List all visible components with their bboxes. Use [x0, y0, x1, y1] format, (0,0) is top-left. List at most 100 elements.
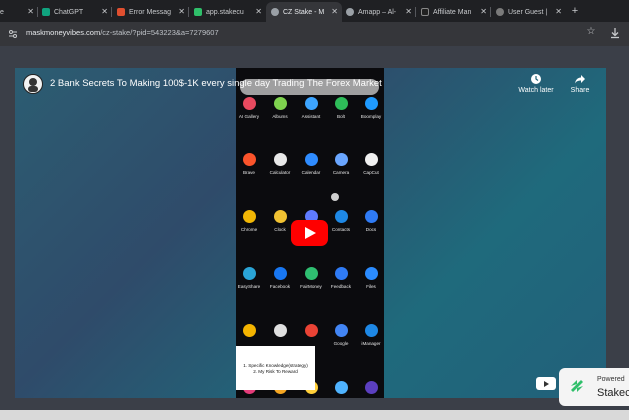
app-shortcut[interactable]: Boomplay [356, 97, 386, 119]
app-icon [304, 153, 318, 166]
app-label: Bolt [337, 114, 345, 119]
strategy-note: 1. Specific Knowledge(strategy) 2. My Ri… [236, 346, 315, 390]
tab-8[interactable]: User Guest | ✕ [496, 2, 566, 22]
app-shortcut[interactable]: Files [356, 267, 386, 289]
app-shortcut[interactable]: Camera [326, 153, 356, 175]
app-shortcut[interactable]: Calendar [296, 153, 326, 175]
close-tab-icon[interactable]: ✕ [255, 7, 262, 16]
app-label: CapCut [363, 170, 379, 175]
tab-1[interactable]: e ✕ [0, 2, 38, 22]
new-tab-icon[interactable]: + [568, 3, 582, 19]
powered-by-stake-badge[interactable]: Powered Stakec [559, 368, 629, 406]
app-label: Google [333, 341, 349, 346]
tab-separator [37, 7, 38, 17]
close-tab-icon[interactable]: ✕ [27, 7, 34, 16]
channel-avatar[interactable] [23, 74, 43, 94]
channel-avatar-image [28, 78, 38, 92]
app-icon [334, 381, 348, 394]
app-label: Assistant [301, 114, 321, 119]
error-site-icon [117, 8, 125, 16]
app-icon [273, 153, 287, 166]
tab-separator [111, 7, 112, 17]
share-button[interactable]: Share [564, 73, 596, 94]
app-shortcut[interactable]: Chrome [234, 210, 264, 232]
app-label: Calendar [301, 170, 321, 175]
app-shortcut[interactable]: Brave [234, 153, 264, 175]
url-text[interactable]: maskmoneyvibes.com/cz-stake/?pid=543223&… [26, 28, 219, 37]
app-shortcut[interactable]: Bolt [326, 97, 356, 119]
tab-7[interactable]: Affiliate Man ✕ [421, 2, 491, 22]
app-label: Brave [242, 170, 255, 175]
close-tab-icon[interactable]: ✕ [178, 7, 185, 16]
close-tab-icon[interactable]: ✕ [101, 7, 108, 16]
app-shortcut[interactable]: Google [326, 324, 356, 346]
app-icon [364, 324, 378, 337]
url-path: /cz-stake/?pid=543223&a=7279607 [100, 28, 219, 37]
app-shortcut[interactable] [296, 324, 326, 341]
close-tab-icon[interactable]: ✕ [555, 7, 562, 16]
app-icon [273, 324, 287, 337]
page-footer-strip [0, 410, 629, 420]
user-icon [496, 8, 504, 16]
app-shortcut[interactable]: Calculator [265, 153, 295, 175]
app-shortcut[interactable] [234, 324, 264, 341]
globe-icon [346, 8, 354, 16]
scroll-indicator-dot [331, 193, 339, 201]
watch-later-button[interactable]: Watch later [515, 73, 557, 94]
site-settings-icon[interactable] [8, 29, 18, 39]
download-icon[interactable] [608, 26, 622, 40]
app-label: Contacts [331, 227, 351, 232]
app-label: AI Gallery [238, 114, 260, 119]
tab-4[interactable]: app.stakecu ✕ [194, 2, 266, 22]
app-icon [334, 210, 348, 223]
app-shortcut[interactable]: Assistant [296, 97, 326, 119]
tab-5-label: CZ Stake - M [283, 8, 325, 16]
app-icon [242, 267, 256, 280]
app-label: Chrome [240, 227, 258, 232]
app-shortcut[interactable]: EasyShare [234, 267, 264, 289]
app-label: FairMoney [300, 284, 322, 289]
app-icon [334, 153, 348, 166]
tab-5-active[interactable]: CZ Stake - M ✕ [266, 2, 342, 22]
app-icon [334, 267, 348, 280]
app-icon [273, 97, 287, 110]
youtube-logo-icon[interactable] [536, 377, 556, 390]
app-shortcut[interactable] [356, 381, 386, 398]
app-icon [242, 153, 256, 166]
tab-6[interactable]: Amapp – Al- ✕ [346, 2, 416, 22]
tab-6-label: Amapp – Al- [358, 8, 397, 16]
tab-4-label: app.stakecu [206, 8, 244, 16]
app-shortcut[interactable]: Contacts [326, 210, 356, 232]
tab-strip: e ✕ ChatGPT ✕ Error Messag ✕ app.stakecu… [0, 0, 629, 22]
chatgpt-icon [42, 8, 50, 16]
app-icon [364, 381, 378, 394]
app-label: EasyShare [237, 284, 261, 289]
app-shortcut[interactable]: AI Gallery [234, 97, 264, 119]
app-shortcut[interactable]: Albums [265, 97, 295, 119]
app-icon [334, 324, 348, 337]
app-shortcut[interactable]: Docs [356, 210, 386, 232]
play-button[interactable] [291, 220, 328, 246]
close-tab-icon[interactable]: ✕ [331, 7, 338, 16]
app-icon [334, 97, 348, 110]
close-tab-icon[interactable]: ✕ [405, 7, 412, 16]
app-label: Albums [272, 114, 288, 119]
video-title[interactable]: 2 Bank Secrets To Making 100$-1K every s… [50, 78, 382, 89]
app-shortcut[interactable]: Feedback [326, 267, 356, 289]
close-tab-icon[interactable]: ✕ [480, 7, 487, 16]
app-label: Docs [365, 227, 377, 232]
app-shortcut[interactable]: Facebook [265, 267, 295, 289]
tab-separator [490, 7, 491, 17]
app-shortcut[interactable]: CapCut [356, 153, 386, 175]
app-shortcut[interactable] [265, 324, 295, 341]
tab-3-label: Error Messag [129, 8, 172, 16]
bookmark-star-icon[interactable]: ☆ [584, 26, 598, 40]
stake-icon [194, 8, 202, 16]
tab-2[interactable]: ChatGPT ✕ [42, 2, 112, 22]
tab-3[interactable]: Error Messag ✕ [117, 2, 189, 22]
app-shortcut[interactable] [326, 381, 356, 398]
address-bar[interactable]: maskmoneyvibes.com/cz-stake/?pid=543223&… [0, 22, 629, 46]
tab-separator [415, 7, 416, 17]
app-shortcut[interactable]: FairMoney [296, 267, 326, 289]
app-shortcut[interactable]: iManager [356, 324, 386, 346]
